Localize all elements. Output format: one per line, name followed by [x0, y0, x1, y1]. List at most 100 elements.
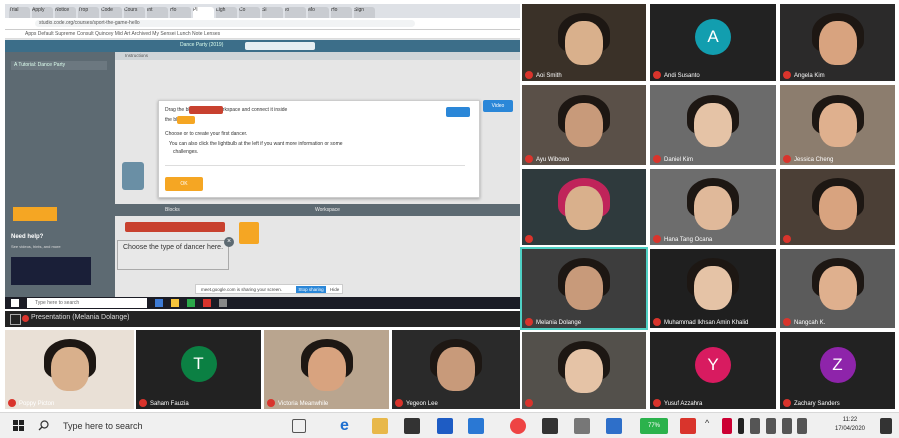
- participant-tile[interactable]: [780, 169, 895, 245]
- participant-tile[interactable]: Victoria Meanwhile: [264, 330, 389, 409]
- participant-face: [818, 185, 857, 230]
- video-button[interactable]: Video: [483, 100, 513, 112]
- stop-sharing-button[interactable]: Stop sharing: [296, 286, 326, 293]
- participant-tile[interactable]: Ayu Wibowo: [522, 85, 646, 165]
- close-icon[interactable]: ×: [224, 237, 234, 247]
- keyboard-icon[interactable]: [797, 418, 807, 434]
- browser-tab[interactable]: Apply: [32, 7, 53, 18]
- file-explorer-icon[interactable]: [372, 418, 388, 434]
- participant-tile[interactable]: Nangcah K.: [780, 249, 895, 328]
- edge-icon[interactable]: e: [340, 418, 356, 434]
- participant-tile[interactable]: Hana Tang Ocana: [650, 169, 776, 245]
- code-block[interactable]: [125, 222, 225, 232]
- notification-icon[interactable]: [880, 418, 892, 434]
- browser-tab[interactable]: Mo: [308, 7, 329, 18]
- app-icon[interactable]: [574, 418, 590, 434]
- presentation-bar: Presentation (Melania Dolange): [5, 311, 520, 327]
- hide-button[interactable]: Hide: [330, 285, 339, 295]
- speaker-button[interactable]: [446, 107, 470, 117]
- help-video-thumbnail[interactable]: [11, 257, 91, 285]
- code-block[interactable]: [239, 222, 259, 244]
- browser-tab[interactable]: Co: [239, 7, 260, 18]
- clock-date[interactable]: 17/04/2020: [820, 426, 880, 432]
- clock-time[interactable]: 11:22: [820, 417, 880, 423]
- app-icon[interactable]: [171, 299, 179, 307]
- mic-muted-icon: [783, 399, 791, 407]
- instruction-dialog: Drag the block into the workspace and co…: [158, 100, 480, 198]
- browser-tab[interactable]: Ho: [170, 7, 191, 18]
- participant-tile[interactable]: Angela Kim: [780, 4, 895, 81]
- mic-muted-icon: [395, 399, 403, 407]
- windows-icon[interactable]: [11, 299, 19, 307]
- participant-name: Zachary Sanders: [794, 401, 840, 407]
- participant-name: Saham Fauzia: [150, 401, 189, 407]
- store-icon[interactable]: [404, 418, 420, 434]
- participant-face: [50, 347, 89, 392]
- participant-tile[interactable]: Poppy Picton: [5, 330, 134, 409]
- task-view-icon[interactable]: [292, 419, 306, 433]
- participant-tile[interactable]: A Andi Susanto: [650, 4, 776, 81]
- battery-icon[interactable]: [750, 418, 760, 434]
- browser-tab[interactable]: Trial: [9, 7, 30, 18]
- participant-tile[interactable]: Yegeon Lee: [392, 330, 520, 409]
- participant-tile[interactable]: T Saham Fauzia: [136, 330, 261, 409]
- battery-badge[interactable]: 77%: [640, 418, 668, 434]
- mic-muted-icon: [525, 71, 533, 79]
- volume-icon[interactable]: [782, 418, 792, 434]
- app-icon[interactable]: [680, 418, 696, 434]
- url-field[interactable]: studio.code.org/courses/sport-the-game-h…: [35, 20, 415, 27]
- shared-screen: Trial Apply Notice Trop Code Cours Int Ho Pl Ligh…: [5, 4, 520, 308]
- photos-icon[interactable]: [606, 418, 622, 434]
- app-icon[interactable]: [155, 299, 163, 307]
- pen-icon[interactable]: [738, 418, 744, 434]
- inner-search[interactable]: Type here to search: [27, 298, 147, 308]
- participant-name: Poppy Picton: [19, 401, 55, 407]
- browser-url-bar[interactable]: studio.code.org/courses/sport-the-game-h…: [5, 18, 520, 30]
- browser-tab[interactable]: Int: [147, 7, 168, 18]
- tooltip-text: Choose the type of dancer here.: [123, 244, 224, 251]
- participant-face: [565, 185, 603, 230]
- browser-tab[interactable]: Pl: [193, 7, 214, 18]
- browser-tab[interactable]: Ligh: [216, 7, 237, 18]
- participant-tile[interactable]: [522, 332, 646, 409]
- chevron-up-icon[interactable]: ^: [705, 418, 715, 434]
- chrome-icon[interactable]: [510, 418, 526, 434]
- dialog-line: challenges.: [173, 149, 199, 155]
- windows-start-icon[interactable]: [13, 420, 24, 431]
- app-icon[interactable]: [219, 299, 227, 307]
- mic-muted-icon: [653, 318, 661, 326]
- notification-text: meet.google.com is sharing your screen.: [201, 287, 283, 292]
- app-icon[interactable]: [203, 299, 211, 307]
- lightbulb-button[interactable]: [13, 207, 57, 221]
- participant-tile[interactable]: Y Yusuf Azzahra: [650, 332, 776, 409]
- browser-tab[interactable]: Sign: [354, 7, 375, 18]
- app-icon[interactable]: [187, 299, 195, 307]
- participant-tile[interactable]: Z Zachary Sanders: [780, 332, 895, 409]
- wifi-icon[interactable]: [766, 418, 776, 434]
- participant-name: Muhammad Ikhsan Amin Khalid: [664, 320, 749, 326]
- browser-tab[interactable]: Cours: [124, 7, 145, 18]
- browser-tab[interactable]: Ho: [331, 7, 352, 18]
- browser-tab[interactable]: Si: [262, 7, 283, 18]
- browser-tab[interactable]: Code: [101, 7, 122, 18]
- expand-icon[interactable]: [10, 314, 21, 325]
- mic-off-icon: [22, 315, 29, 322]
- taskbar-search[interactable]: Type here to search: [38, 413, 278, 438]
- tutorial-selector[interactable]: A Tutorial: Dance Party: [11, 61, 107, 70]
- mail-icon[interactable]: [437, 418, 453, 434]
- antivirus-icon[interactable]: [722, 418, 732, 434]
- windows-taskbar: Type here to search e 77% ^ 11:22 17/04/…: [0, 412, 899, 438]
- browser-tab[interactable]: Notice: [55, 7, 76, 18]
- browser-tab[interactable]: fo: [285, 7, 306, 18]
- participant-tile[interactable]: Jessica Cheng: [780, 85, 895, 165]
- ok-button[interactable]: OK: [165, 177, 203, 191]
- participant-tile[interactable]: Aoi Smith: [522, 4, 646, 81]
- participant-tile[interactable]: [522, 169, 646, 245]
- participant-tile[interactable]: Melania Dolange: [520, 247, 648, 330]
- settings-gear-icon[interactable]: [542, 418, 558, 434]
- participant-tile[interactable]: Daniel Kim: [650, 85, 776, 165]
- participant-tile[interactable]: Muhammad Ikhsan Amin Khalid: [650, 249, 776, 328]
- browser-tab[interactable]: Trop: [78, 7, 99, 18]
- app-icon[interactable]: [468, 418, 484, 434]
- app-title: Dance Party (2019): [180, 42, 224, 48]
